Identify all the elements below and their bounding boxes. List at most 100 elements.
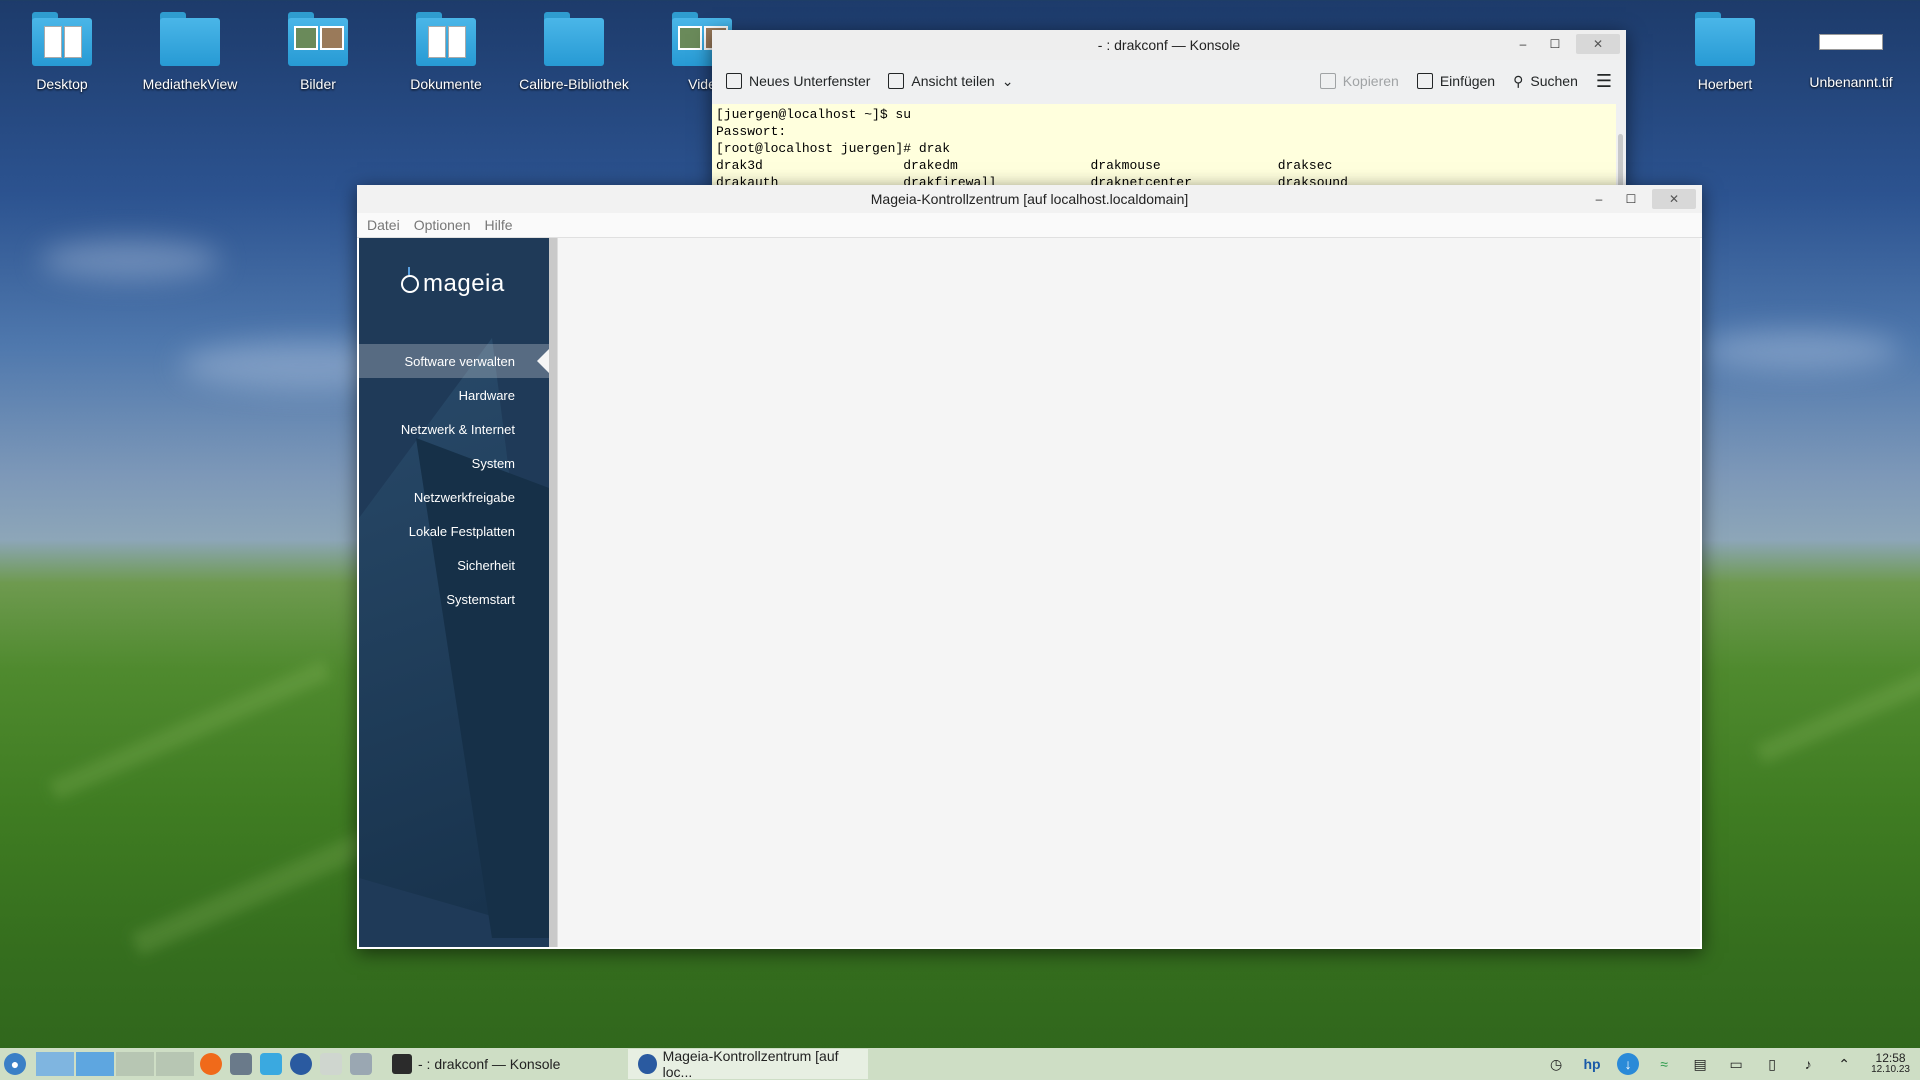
desktop-icon-label: Desktop bbox=[36, 76, 88, 92]
hp-printer-icon[interactable]: hp bbox=[1581, 1053, 1603, 1075]
update-clock-icon[interactable]: ◷ bbox=[1545, 1053, 1567, 1075]
clock-time: 12:58 bbox=[1875, 1051, 1906, 1065]
new-tab-icon bbox=[726, 73, 742, 89]
desktop-3[interactable] bbox=[116, 1052, 154, 1076]
paste-icon bbox=[1416, 73, 1433, 89]
task-konsole-label: - : drakconf — Konsole bbox=[418, 1056, 561, 1072]
category-item[interactable]: Systemstart bbox=[359, 582, 549, 616]
terminal-line: [juergen@localhost ~]$ su bbox=[716, 107, 912, 122]
desktop-4[interactable] bbox=[156, 1052, 194, 1076]
konsole-toolbar: Neues Unterfenster Ansicht teilen ⌄ Kopi… bbox=[712, 60, 1626, 102]
copy-button[interactable]: Kopieren bbox=[1319, 73, 1399, 89]
mageia-logo-text: mageia bbox=[423, 270, 505, 297]
close-button[interactable]: ✕ bbox=[1652, 189, 1696, 209]
volume-icon[interactable]: ♪ bbox=[1797, 1053, 1819, 1075]
thunderbird-icon[interactable] bbox=[230, 1053, 252, 1075]
task-mcc[interactable]: Mageia-Kontrollzentrum [auf loc... bbox=[628, 1048, 868, 1080]
clock-date: 12.10.23 bbox=[1871, 1064, 1910, 1075]
category-item[interactable]: Netzwerk & Internet bbox=[359, 412, 549, 446]
mcc-menubar: Datei Optionen Hilfe bbox=[357, 213, 1702, 238]
paste-label: Einfügen bbox=[1439, 73, 1496, 89]
menu-options[interactable]: Optionen bbox=[414, 217, 471, 233]
tray-expand-icon[interactable]: ⌃ bbox=[1833, 1053, 1855, 1075]
minimize-button[interactable]: – bbox=[1512, 34, 1534, 54]
mcc-titlebar[interactable]: Mageia-Kontrollzentrum [auf localhost.lo… bbox=[357, 185, 1702, 213]
close-button[interactable]: ✕ bbox=[1576, 34, 1620, 54]
wifi-icon[interactable]: ≈ bbox=[1653, 1053, 1675, 1075]
terminal-icon bbox=[392, 1054, 412, 1074]
mcc-window[interactable]: Mageia-Kontrollzentrum [auf localhost.lo… bbox=[357, 185, 1702, 949]
wallpaper-cloud bbox=[1700, 330, 1900, 370]
folder-icon bbox=[160, 12, 220, 66]
terminal-line: Passwort: bbox=[716, 124, 787, 139]
terminal-output[interactable]: [juergen@localhost ~]$ su Passwort: [root@… bbox=[712, 104, 1616, 190]
terminal-scrollbar[interactable] bbox=[1616, 104, 1626, 194]
screenshot-icon[interactable] bbox=[350, 1053, 372, 1075]
virtual-desktop-pager[interactable] bbox=[36, 1052, 196, 1076]
paste-button[interactable]: Einfügen bbox=[1416, 73, 1496, 89]
mcc-title: Mageia-Kontrollzentrum [auf localhost.lo… bbox=[870, 191, 1189, 207]
clipboard-icon[interactable]: ▤ bbox=[1689, 1053, 1711, 1075]
desktop-icon[interactable]: Hoerbert bbox=[1669, 12, 1781, 92]
desktop-icon-label: Hoerbert bbox=[1697, 76, 1753, 92]
usb-device-icon[interactable]: ▯ bbox=[1761, 1053, 1783, 1075]
desktop-icon-label: Unbenannt.tif bbox=[1809, 74, 1893, 90]
desktop-icon-label: Calibre-Bibliothek bbox=[519, 76, 629, 92]
menu-file[interactable]: Datei bbox=[367, 217, 400, 233]
download-icon[interactable]: ↓ bbox=[1617, 1053, 1640, 1075]
category-item[interactable]: Netzwerkfreigabe bbox=[359, 480, 549, 514]
firefox-icon[interactable] bbox=[200, 1053, 222, 1075]
battery-icon[interactable]: ▭ bbox=[1725, 1053, 1747, 1075]
category-item[interactable]: System bbox=[359, 446, 549, 480]
minimize-button[interactable]: – bbox=[1588, 189, 1610, 209]
mcc-sidebar: mageia Software verwalten Hardware Netzwer… bbox=[359, 238, 549, 947]
split-view-button[interactable]: Ansicht teilen ⌄ bbox=[888, 73, 1013, 90]
desktop-icon-label: Dokumente bbox=[410, 76, 482, 92]
wallpaper-cloud bbox=[40, 240, 220, 280]
desktop-icon[interactable]: Dokumente bbox=[390, 12, 502, 92]
folder-icon bbox=[1695, 12, 1755, 66]
desktop-icon-label: Bilder bbox=[300, 76, 336, 92]
task-konsole[interactable]: - : drakconf — Konsole bbox=[382, 1049, 622, 1079]
desktop-icon[interactable]: Bilder bbox=[262, 12, 374, 92]
mcc-launcher-icon[interactable] bbox=[290, 1053, 312, 1075]
search-button[interactable]: ⚲ Suchen bbox=[1513, 73, 1578, 90]
settings-icon[interactable] bbox=[320, 1053, 342, 1075]
image-file-icon bbox=[1819, 34, 1883, 50]
konsole-titlebar[interactable]: - : drakconf — Konsole – ☐ ✕ bbox=[712, 30, 1626, 60]
desktop-icon[interactable]: Desktop bbox=[6, 12, 118, 92]
desktop-icon[interactable]: Unbenannt.tif bbox=[1795, 12, 1907, 90]
pane-splitter[interactable] bbox=[549, 238, 557, 947]
category-item[interactable]: Hardware bbox=[359, 378, 549, 412]
wallpaper-grass bbox=[1755, 656, 1920, 764]
search-icon: ⚲ bbox=[1513, 72, 1524, 89]
folder-icon bbox=[32, 12, 92, 66]
mcc-icon bbox=[638, 1054, 657, 1074]
category-item[interactable]: Lokale Festplatten bbox=[359, 514, 549, 548]
mcc-content-area bbox=[557, 238, 1700, 947]
maximize-button[interactable]: ☐ bbox=[1544, 34, 1566, 54]
terminal-line: drak3d drakedm drakmouse draksec bbox=[716, 158, 1333, 173]
folder-icon bbox=[416, 12, 476, 66]
hamburger-menu-icon: ☰ bbox=[1595, 70, 1612, 91]
desktop-1[interactable] bbox=[36, 1052, 74, 1076]
konsole-window[interactable]: - : drakconf — Konsole – ☐ ✕ Neues Unter… bbox=[712, 30, 1626, 194]
task-mcc-label: Mageia-Kontrollzentrum [auf loc... bbox=[662, 1048, 839, 1080]
desktop-icon[interactable]: Calibre-Bibliothek bbox=[518, 12, 630, 92]
application-launcher-icon[interactable]: ● bbox=[4, 1053, 26, 1075]
desktop-2[interactable] bbox=[76, 1052, 114, 1076]
chevron-down-icon: ⌄ bbox=[1001, 72, 1014, 89]
new-tab-button[interactable]: Neues Unterfenster bbox=[726, 73, 870, 89]
system-tray: ◷ hp ↓ ≈ ▤ ▭ ▯ ♪ ⌃ 12:58 12.10.23 bbox=[1541, 1052, 1920, 1076]
file-manager-icon[interactable] bbox=[260, 1053, 282, 1075]
clock[interactable]: 12:58 12.10.23 bbox=[1871, 1052, 1910, 1076]
category-item[interactable]: Sicherheit bbox=[359, 548, 549, 582]
terminal-line: [root@localhost juergen]# drak bbox=[716, 141, 951, 156]
category-list: Software verwalten Hardware Netzwerk & Int… bbox=[359, 344, 549, 616]
maximize-button[interactable]: ☐ bbox=[1620, 189, 1642, 209]
category-item[interactable]: Software verwalten bbox=[359, 344, 549, 378]
menu-help[interactable]: Hilfe bbox=[485, 217, 513, 233]
mageia-logo: mageia bbox=[401, 267, 505, 298]
desktop-icon[interactable]: MediathekView bbox=[134, 12, 246, 92]
hamburger-menu-button[interactable]: ☰ bbox=[1596, 71, 1612, 92]
